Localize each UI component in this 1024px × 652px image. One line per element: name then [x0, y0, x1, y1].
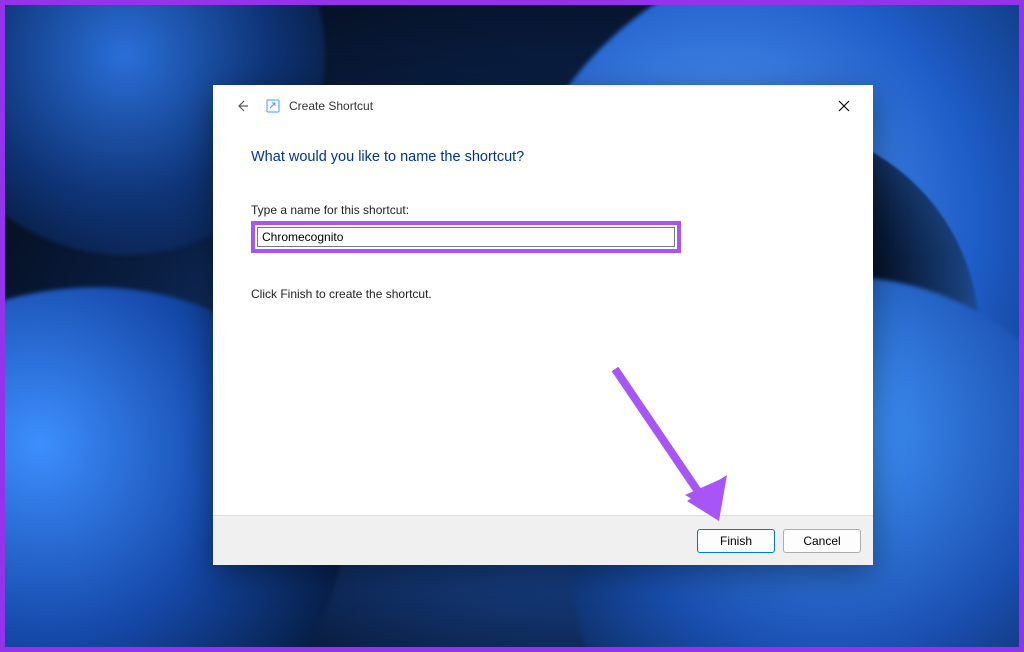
- close-button[interactable]: [821, 90, 867, 122]
- instruction-text: Click Finish to create the shortcut.: [251, 287, 835, 301]
- name-field-label: Type a name for this shortcut:: [251, 203, 835, 217]
- dialog-title: Create Shortcut: [289, 99, 373, 113]
- dialog-heading: What would you like to name the shortcut…: [251, 149, 835, 165]
- desktop-background: Create Shortcut What would you like to n…: [0, 0, 1024, 652]
- shortcut-name-input[interactable]: [257, 227, 675, 247]
- back-arrow-icon[interactable]: [231, 95, 253, 117]
- title-bar: Create Shortcut: [213, 85, 873, 127]
- create-shortcut-dialog: Create Shortcut What would you like to n…: [213, 85, 873, 565]
- input-annotation-highlight: [251, 221, 681, 253]
- cancel-button[interactable]: Cancel: [783, 529, 861, 553]
- dialog-content: What would you like to name the shortcut…: [213, 127, 873, 515]
- shortcut-wizard-icon: [265, 98, 281, 114]
- finish-button[interactable]: Finish: [697, 529, 775, 553]
- dialog-footer: Finish Cancel: [213, 515, 873, 565]
